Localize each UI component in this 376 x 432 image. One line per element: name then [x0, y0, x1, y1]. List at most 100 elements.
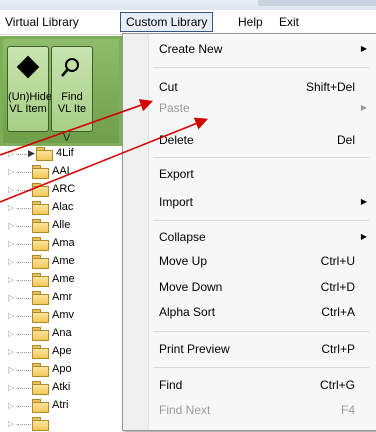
folder-icon	[32, 201, 49, 215]
menu-item-delete[interactable]: Delete Del	[149, 130, 375, 150]
menu-item-collapse[interactable]: Collapse ▶	[149, 227, 375, 247]
menu-separator	[153, 220, 369, 221]
menu-item-shortcut: Del	[336, 133, 355, 147]
find-button-line1: Find	[61, 91, 83, 103]
folder-icon	[32, 237, 49, 251]
tree-item-label: Amr	[52, 291, 73, 303]
tree-item[interactable]: ▷ AAI	[8, 164, 138, 180]
menu-item-find[interactable]: Find Ctrl+G	[149, 375, 375, 395]
expand-arrow-icon[interactable]: ▷	[8, 329, 14, 338]
submenu-arrow-icon: ▶	[360, 103, 367, 112]
expand-arrow-icon[interactable]: ▷	[8, 167, 14, 176]
ribbon-group-label: V	[63, 132, 71, 144]
menu-item-export[interactable]: Export	[149, 164, 375, 184]
tree-item-label: 4Lif	[56, 147, 74, 159]
tree-item[interactable]: ▷ Atki	[8, 380, 138, 396]
tree-item[interactable]: ▷ Ana	[8, 326, 138, 342]
tree-item[interactable]: ▷ Ama	[8, 236, 138, 252]
hide-button-line2: VL Item	[9, 103, 47, 115]
hide-vl-item-button[interactable]: (Un)Hide VL Item	[7, 46, 52, 132]
menu-custom-library-label: Custom Library	[126, 15, 208, 29]
menu-item-alpha-sort[interactable]: Alpha Sort Ctrl+A	[149, 302, 375, 322]
folder-icon	[32, 345, 49, 359]
tree-item[interactable]: ▷ Atri	[8, 398, 138, 414]
folder-icon	[32, 381, 49, 395]
folder-icon	[32, 363, 49, 377]
menu-item-label: Move Down	[159, 280, 223, 294]
tree-item-label: Apo	[52, 363, 72, 375]
expand-arrow-icon[interactable]: ▷	[8, 257, 14, 266]
tree-item[interactable]: ▷ Alac	[8, 200, 138, 216]
menu-item-shortcut: Ctrl+G	[319, 378, 355, 392]
folder-icon	[32, 255, 49, 269]
folder-icon	[32, 399, 49, 413]
menu-item-move-down[interactable]: Move Down Ctrl+D	[149, 277, 375, 297]
expand-arrow-icon[interactable]: ▷	[8, 401, 14, 410]
expand-arrow-icon[interactable]: ▷	[8, 149, 14, 158]
menu-item-create-new[interactable]: Create New ▶	[149, 39, 375, 59]
tree-connector	[17, 208, 31, 209]
submenu-arrow-icon: ▶	[360, 232, 367, 241]
menu-item-label: Export	[159, 167, 194, 181]
expand-arrow-icon[interactable]: ▷	[8, 203, 14, 212]
tree-item-label: Atri	[52, 399, 69, 411]
menu-icon-gutter	[123, 34, 149, 430]
tree-item[interactable]: ▷ Ame	[8, 254, 138, 270]
expand-arrow-icon[interactable]: ▷	[8, 419, 14, 428]
tree-item[interactable]: ▷ Ame	[8, 272, 138, 288]
tree-connector	[17, 298, 31, 299]
tree-item-partial[interactable]: ▷	[8, 416, 138, 432]
selected-arrow-icon: ▶	[28, 148, 35, 158]
tree-item[interactable]: ▷ Apo	[8, 362, 138, 378]
menu-item-label: Find	[159, 378, 183, 392]
tree-item[interactable]: ▷ Amv	[8, 308, 138, 324]
folder-icon	[32, 309, 49, 323]
diamond-icon	[16, 55, 40, 79]
expand-arrow-icon[interactable]: ▷	[8, 185, 14, 194]
menu-item-label: Import	[159, 195, 194, 209]
menu-item-print-preview[interactable]: Print Preview Ctrl+P	[149, 339, 375, 359]
menu-exit[interactable]: Exit	[274, 13, 304, 31]
menu-item-find-next[interactable]: Find Next F4	[149, 400, 375, 420]
menu-help[interactable]: Help	[233, 13, 268, 31]
tree-item-label: Ana	[52, 327, 72, 339]
folder-icon	[32, 327, 49, 341]
menu-separator	[153, 331, 369, 332]
menu-item-paste[interactable]: Paste ▶	[149, 98, 375, 118]
expand-arrow-icon[interactable]: ▷	[8, 347, 14, 356]
tree-item[interactable]: ▷ ▶ 4Lif	[8, 146, 138, 162]
tree-connector	[17, 370, 31, 371]
menu-virtual-library[interactable]: Virtual Library	[0, 13, 84, 31]
menu-bar: Virtual Library Custom Library Help Exit	[0, 10, 376, 35]
title-strip	[0, 0, 376, 10]
tree-connector	[17, 352, 31, 353]
tree-connector	[17, 262, 31, 263]
tree-item-label: AAI	[52, 165, 70, 177]
expand-arrow-icon[interactable]: ▷	[8, 239, 14, 248]
tree-item[interactable]: ▷ Ape	[8, 344, 138, 360]
menu-item-label: Delete	[159, 133, 194, 147]
menu-item-shortcut: Ctrl+P	[321, 342, 355, 356]
expand-arrow-icon[interactable]: ▷	[8, 365, 14, 374]
tree-item-label: Amv	[52, 309, 74, 321]
menu-item-shortcut: Ctrl+D	[320, 280, 355, 294]
menu-custom-library[interactable]: Custom Library	[120, 12, 214, 32]
menu-item-cut[interactable]: Cut Shift+Del	[149, 77, 375, 97]
menu-separator	[153, 67, 369, 68]
tree-item[interactable]: ▷ ARC	[8, 182, 138, 198]
expand-arrow-icon[interactable]: ▷	[8, 311, 14, 320]
tree-item-label: Atki	[52, 381, 71, 393]
menu-item-label: Create New	[159, 42, 223, 56]
expand-arrow-icon[interactable]: ▷	[8, 275, 14, 284]
magnifier-icon	[61, 58, 79, 77]
menu-item-move-up[interactable]: Move Up Ctrl+U	[149, 251, 375, 271]
tree-item[interactable]: ▷ Amr	[8, 290, 138, 306]
expand-arrow-icon[interactable]: ▷	[8, 221, 14, 230]
find-vl-item-button[interactable]: Find VL Ite	[51, 46, 93, 132]
tree-item[interactable]: ▷ Alle	[8, 218, 138, 234]
folder-icon	[32, 165, 49, 179]
expand-arrow-icon[interactable]: ▷	[8, 383, 14, 392]
expand-arrow-icon[interactable]: ▷	[8, 293, 14, 302]
submenu-arrow-icon: ▶	[360, 197, 367, 206]
menu-item-import[interactable]: Import ▶	[149, 192, 375, 212]
